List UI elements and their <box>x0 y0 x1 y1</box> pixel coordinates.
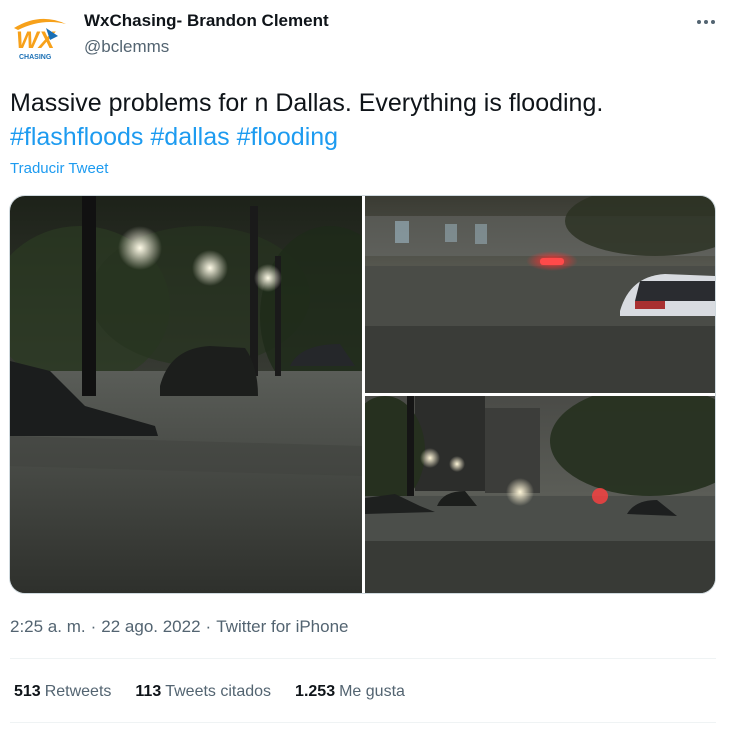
tweet-time[interactable]: 2:25 a. m. <box>10 617 86 636</box>
hashtag-link[interactable]: #flooding <box>237 123 338 151</box>
tweet-source[interactable]: Twitter for iPhone <box>216 617 348 636</box>
tweet-date[interactable]: 22 ago. 2022 <box>101 617 200 636</box>
meta-separator: · <box>205 617 212 636</box>
likes-stat[interactable]: 1.253 Me gusta <box>295 683 405 701</box>
avatar[interactable]: WX CHASING <box>10 14 70 62</box>
quotes-count: 113 <box>135 683 162 700</box>
retweets-label: Retweets <box>44 683 112 700</box>
quotes-label: Tweets citados <box>165 683 272 700</box>
likes-count: 1.253 <box>295 683 336 700</box>
quote-tweets-stat[interactable]: 113 Tweets citados <box>135 683 271 701</box>
svg-text:CHASING: CHASING <box>19 54 52 61</box>
hashtag-link[interactable]: #dallas <box>150 123 229 151</box>
tweet-meta: 2:25 a. m. · 22 ago. 2022 · Twitter for iPho… <box>10 617 349 637</box>
retweets-count: 513 <box>14 683 41 700</box>
retweets-stat[interactable]: 513 Retweets <box>14 683 111 701</box>
tweet-stats: 513 Retweets 113 Tweets citados 1.253 Me gu… <box>14 683 429 701</box>
tweet-header: WX CHASING WxChasing- Brandon Clement @b… <box>10 10 722 66</box>
hashtag-link[interactable]: #flashfloods <box>10 123 143 151</box>
author-name[interactable]: WxChasing- Brandon Clement <box>84 11 329 31</box>
likes-label: Me gusta <box>339 683 405 700</box>
flood-photo-2[interactable] <box>365 196 715 393</box>
divider <box>10 722 716 723</box>
flood-photo-3[interactable] <box>365 396 715 593</box>
flood-photo-1[interactable] <box>10 196 362 593</box>
tweet-text: Massive problems for n Dallas. Everythin… <box>10 86 722 154</box>
tweet-body: Massive problems for n Dallas. Everythin… <box>10 89 604 117</box>
author-handle[interactable]: @bclemms <box>84 37 169 57</box>
more-horizontal-icon <box>697 20 715 24</box>
wxchasing-logo-icon: WX CHASING <box>14 18 66 61</box>
divider <box>10 658 716 659</box>
translate-tweet-link[interactable]: Traducir Tweet <box>10 160 108 177</box>
media-grid <box>9 195 716 594</box>
meta-separator: · <box>90 617 97 636</box>
more-options-button[interactable] <box>692 10 720 34</box>
hashtag-list: #flashfloods #dallas #flooding <box>10 120 722 154</box>
